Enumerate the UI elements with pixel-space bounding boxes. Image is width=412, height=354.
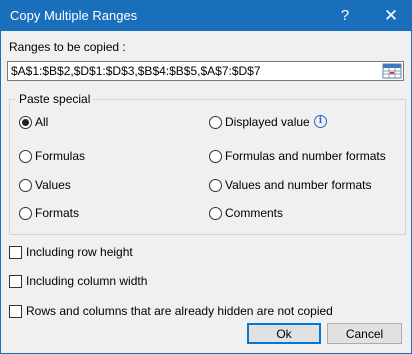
help-button[interactable]: ? [327, 1, 363, 31]
radio-values-and-number-formats[interactable]: Values and number formats [209, 178, 372, 192]
radio-indicator [209, 206, 222, 220]
radio-label: Displayed value [225, 115, 310, 129]
radio-indicator [209, 115, 222, 129]
close-button[interactable]: ✕ [371, 1, 411, 31]
radio-indicator [19, 115, 32, 129]
checkbox-label: Including column width [26, 274, 148, 288]
checkbox-hidden-not-copied[interactable]: Rows and columns that are already hidden… [9, 304, 333, 318]
radio-label: All [35, 115, 49, 129]
radio-label: Values [35, 178, 71, 192]
radio-label: Formats [35, 206, 80, 220]
radio-formats[interactable]: Formats [19, 206, 79, 220]
ranges-input[interactable] [8, 62, 379, 80]
radio-values[interactable]: Values [19, 178, 71, 192]
radio-indicator [19, 178, 32, 192]
ranges-field [7, 61, 404, 81]
copy-multiple-ranges-dialog: Copy Multiple Ranges ? ✕ Ranges to be co… [0, 0, 412, 354]
radio-label: Values and number formats [225, 178, 372, 192]
radio-label: Formulas [35, 149, 86, 163]
checkbox-indicator [9, 274, 22, 288]
checkbox-label: Including row height [26, 245, 133, 259]
radio-indicator [209, 149, 222, 163]
checkbox-including-row-height[interactable]: Including row height [9, 245, 133, 259]
ok-button[interactable]: Ok [247, 323, 321, 344]
radio-displayed-value[interactable]: Displayed value [209, 115, 310, 129]
radio-label: Comments [225, 206, 284, 220]
info-icon[interactable]: i [314, 115, 327, 128]
radio-indicator [19, 149, 32, 163]
checkbox-including-column-width[interactable]: Including column width [9, 274, 147, 288]
title-bar: Copy Multiple Ranges ? ✕ [1, 1, 411, 31]
checkbox-indicator [9, 304, 22, 318]
dialog-title: Copy Multiple Ranges [10, 8, 138, 23]
checkbox-label: Rows and columns that are already hidden… [26, 304, 333, 318]
radio-label: Formulas and number formats [225, 149, 386, 163]
radio-all[interactable]: All [19, 115, 48, 129]
radio-indicator [19, 206, 32, 220]
radio-formulas[interactable]: Formulas [19, 149, 85, 163]
paste-special-title: Paste special [16, 92, 94, 106]
ranges-label: Ranges to be copied : [9, 40, 126, 54]
cancel-button[interactable]: Cancel [327, 323, 402, 344]
radio-indicator [209, 178, 222, 192]
range-select-icon[interactable] [382, 63, 402, 79]
checkbox-indicator [9, 245, 22, 259]
radio-formulas-and-number-formats[interactable]: Formulas and number formats [209, 149, 386, 163]
radio-comments[interactable]: Comments [209, 206, 283, 220]
